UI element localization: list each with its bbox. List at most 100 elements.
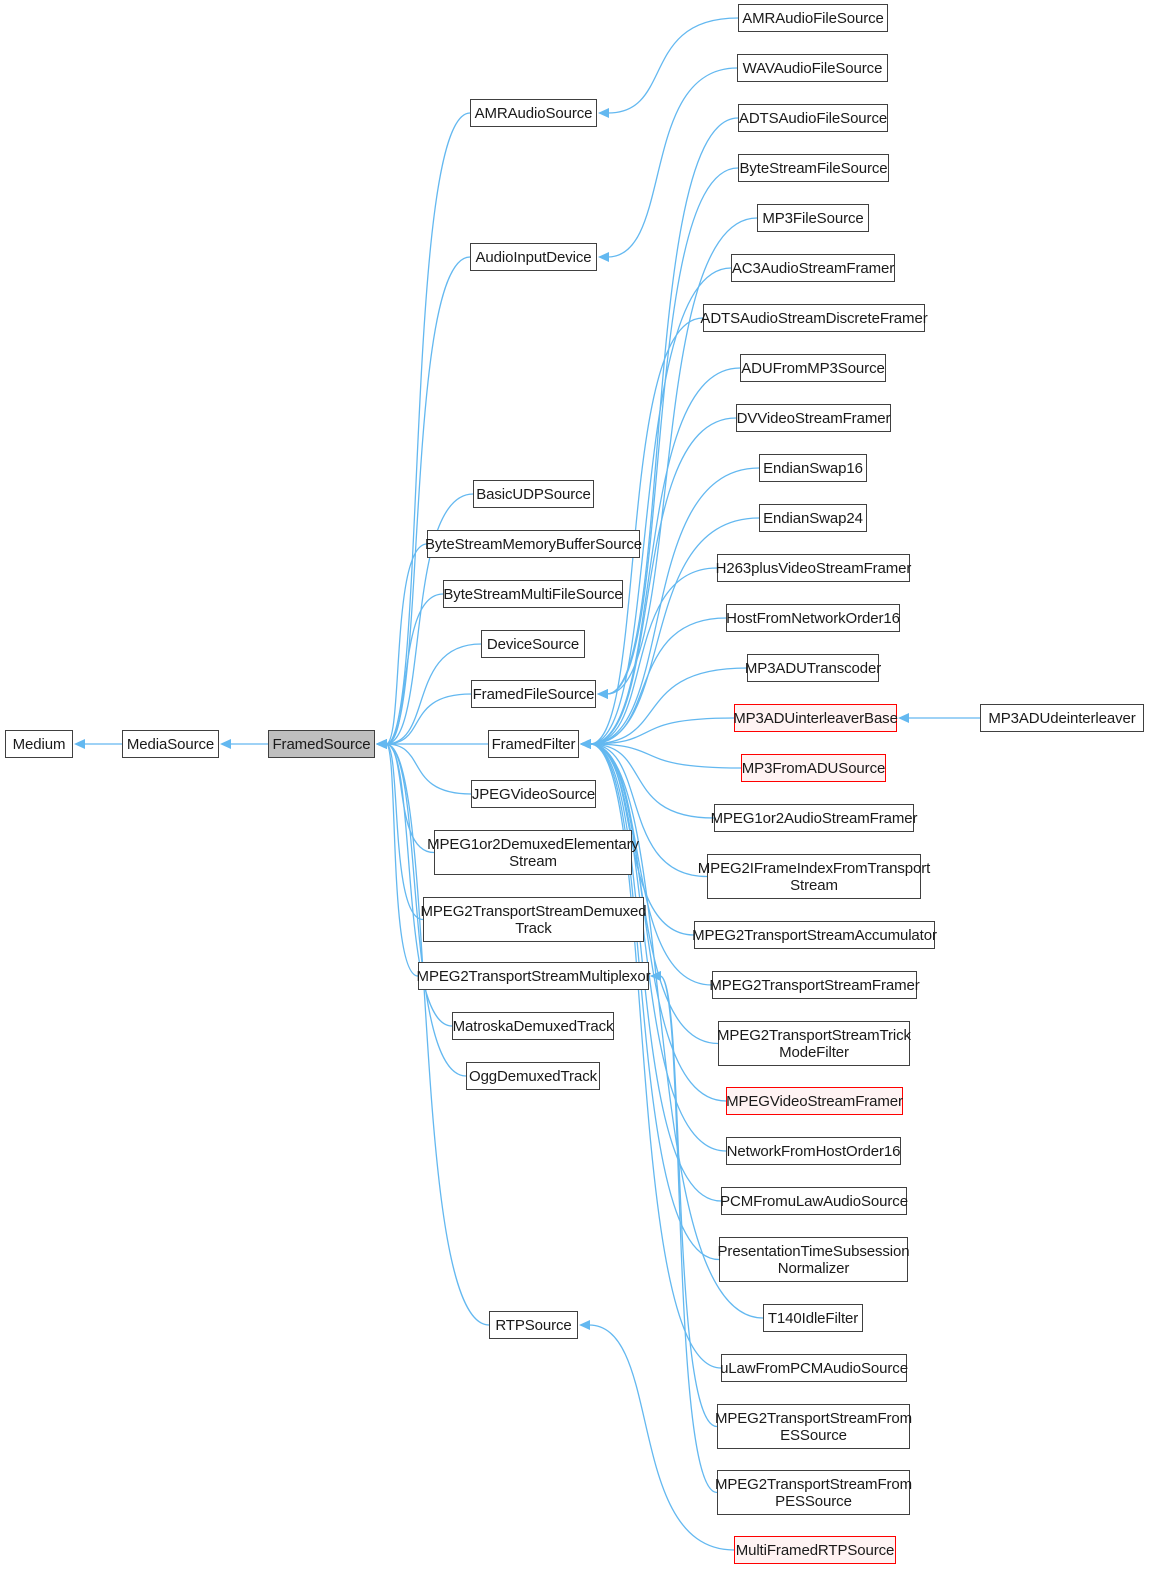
class-node-mp3adudeinterleaver[interactable]: MP3ADUdeinterleaver — [980, 704, 1144, 732]
class-node-label: AudioInputDevice — [475, 248, 592, 266]
class-node-mpeg2transportstreammultiplexor[interactable]: MPEG2TransportStreamMultiplexor — [416, 962, 651, 990]
class-node-adufrommp3source[interactable]: ADUFromMP3Source — [740, 354, 886, 382]
class-node-label: OggDemuxedTrack — [469, 1067, 597, 1085]
class-node-label: MPEG2TransportStreamFrom ESSource — [714, 1409, 913, 1444]
class-node-framedsource[interactable]: FramedSource — [268, 730, 375, 758]
class-node-label: HostFromNetworkOrder16 — [726, 609, 900, 627]
class-node-label: NetworkFromHostOrder16 — [726, 1142, 901, 1160]
inheritance-edge-multiframedrtpsource-to-rtpsource — [588, 1324, 735, 1551]
class-node-framedfilesource[interactable]: FramedFileSource — [471, 680, 596, 708]
class-node-jpegvideosource[interactable]: JPEGVideoSource — [471, 780, 596, 808]
class-node-mp3fromadusource[interactable]: MP3FromADUSource — [741, 754, 886, 782]
class-node-t140idlefilter[interactable]: T140IdleFilter — [763, 1304, 863, 1332]
class-node-label: MPEG1or2DemuxedElementary Stream — [427, 835, 639, 870]
class-node-presentationtimesubsessionnormalizer[interactable]: PresentationTimeSubsession Normalizer — [717, 1237, 910, 1282]
class-node-label: AMRAudioFileSource — [742, 9, 884, 27]
class-node-label: MPEG2TransportStreamAccumulator — [692, 926, 937, 944]
class-node-mpeg1or2demuxedelementarystream[interactable]: MPEG1or2DemuxedElementary Stream — [427, 830, 639, 875]
class-node-adtsaudiostreamdiscreteframer[interactable]: ADTSAudioStreamDiscreteFramer — [700, 304, 928, 332]
class-node-label: ByteStreamFileSource — [739, 159, 888, 177]
arrowhead-framedsource-to-mediasource — [220, 739, 231, 749]
class-node-label: MP3ADUdeinterleaver — [988, 709, 1136, 727]
class-node-label: ADTSAudioStreamDiscreteFramer — [700, 309, 928, 327]
class-node-mpeg2transportstreamframer[interactable]: MPEG2TransportStreamFramer — [709, 971, 920, 999]
class-node-ac3audiostreamframer[interactable]: AC3AudioStreamFramer — [731, 254, 895, 282]
class-node-dvvideostreamframer[interactable]: DVVideoStreamFramer — [736, 404, 891, 432]
class-node-label: Medium — [12, 735, 66, 753]
class-node-label: MPEG2IFrameIndexFromTransport Stream — [697, 859, 931, 894]
class-node-mp3adutranscoder[interactable]: MP3ADUTranscoder — [744, 654, 882, 682]
class-node-mpeg1or2audiostreamframer[interactable]: MPEG1or2AudioStreamFramer — [711, 804, 917, 832]
class-node-wavaudiofilesource[interactable]: WAVAudioFileSource — [737, 54, 888, 82]
arrowhead-rtpsource-to-framedsource — [376, 739, 387, 749]
class-node-amraudiosource[interactable]: AMRAudioSource — [470, 99, 597, 127]
inheritance-edge-adtsaudiofilesource-to-framedfilesource — [606, 117, 739, 695]
class-node-label: ByteStreamMultiFileSource — [443, 585, 623, 603]
class-node-label: MPEG2TransportStreamMultiplexor — [416, 967, 651, 985]
class-node-label: ByteStreamMemoryBufferSource — [425, 535, 643, 553]
class-node-matroskademuxedtrack[interactable]: MatroskaDemuxedTrack — [452, 1012, 614, 1040]
class-node-label: RTPSource — [495, 1316, 572, 1334]
class-node-mpeg2transportstreamtrickmodefilter[interactable]: MPEG2TransportStreamTrick ModeFilter — [717, 1021, 911, 1066]
class-node-mpeg2transportstreamfrompessource[interactable]: MPEG2TransportStreamFrom PESSource — [714, 1470, 913, 1515]
class-node-label: DeviceSource — [486, 635, 580, 653]
class-node-label: BasicUDPSource — [476, 485, 591, 503]
class-node-mpeg2transportstreamdemuxedtrack[interactable]: MPEG2TransportStreamDemuxed Track — [420, 897, 647, 942]
class-node-rtpsource[interactable]: RTPSource — [489, 1311, 578, 1339]
class-node-h263plusvideostreamframer[interactable]: H263plusVideoStreamFramer — [716, 554, 911, 582]
class-node-endianswap24[interactable]: EndianSwap24 — [759, 504, 867, 532]
class-node-mpeg2iframeindexfromtransportstream[interactable]: MPEG2IFrameIndexFromTransport Stream — [698, 854, 930, 899]
inheritance-edge-ac3audiostreamframer-to-framedfilter — [589, 267, 732, 745]
class-node-medium[interactable]: Medium — [5, 730, 73, 758]
inheritance-diagram: Medium MediaSource FramedSource AMRAudioSou… — [0, 0, 1149, 1587]
class-node-label: MatroskaDemuxedTrack — [452, 1017, 614, 1035]
class-node-ulawfrompcmaudiosource[interactable]: uLawFromPCMAudioSource — [720, 1354, 908, 1382]
class-node-mpeg2transportstreamfromessource[interactable]: MPEG2TransportStreamFrom ESSource — [714, 1404, 913, 1449]
class-node-hostfromnetworkorder16[interactable]: HostFromNetworkOrder16 — [726, 604, 900, 632]
class-node-label: MultiFramedRTPSource — [735, 1541, 895, 1559]
class-node-pcmfromulawaudiosource[interactable]: PCMFromuLawAudioSource — [720, 1187, 908, 1215]
class-node-label: MP3ADUinterleaverBase — [733, 709, 898, 727]
class-node-oggdemuxedtrack[interactable]: OggDemuxedTrack — [466, 1062, 600, 1090]
class-node-label: MP3FileSource — [762, 209, 864, 227]
class-node-bytestreamfilesource[interactable]: ByteStreamFileSource — [738, 154, 889, 182]
class-node-mediasource[interactable]: MediaSource — [122, 730, 219, 758]
class-node-mp3filesource[interactable]: MP3FileSource — [757, 204, 869, 232]
class-node-networkfromhostorder16[interactable]: NetworkFromHostOrder16 — [726, 1137, 901, 1165]
class-node-label: AC3AudioStreamFramer — [731, 259, 895, 277]
class-node-framedfilter[interactable]: FramedFilter — [488, 730, 579, 758]
class-node-label: T140IdleFilter — [767, 1309, 859, 1327]
class-node-audioinputdevice[interactable]: AudioInputDevice — [470, 243, 597, 271]
class-node-label: JPEGVideoSource — [471, 785, 596, 803]
class-node-label: MP3ADUTranscoder — [744, 659, 882, 677]
arrowhead-multiframedrtpsource-to-rtpsource — [579, 1320, 590, 1330]
class-node-multiframedrtpsource[interactable]: MultiFramedRTPSource — [734, 1536, 896, 1564]
class-node-label: FramedSource — [272, 735, 371, 753]
class-node-devicesource[interactable]: DeviceSource — [481, 630, 585, 658]
class-node-label: DVVideoStreamFramer — [736, 409, 891, 427]
class-node-label: WAVAudioFileSource — [742, 59, 883, 77]
class-node-label: ADTSAudioFileSource — [738, 109, 888, 127]
class-node-mpegvideostreamframer[interactable]: MPEGVideoStreamFramer — [726, 1087, 903, 1115]
class-node-label: AMRAudioSource — [474, 104, 593, 122]
class-node-bytestreammultifilesource[interactable]: ByteStreamMultiFileSource — [443, 580, 623, 608]
class-node-endianswap16[interactable]: EndianSwap16 — [759, 454, 867, 482]
arrowhead-mediasource-to-medium — [74, 739, 85, 749]
class-node-mp3aduinterleaverbase[interactable]: MP3ADUinterleaverBase — [733, 704, 898, 732]
class-node-mpeg2transportstreamaccumulator[interactable]: MPEG2TransportStreamAccumulator — [692, 921, 937, 949]
arrowhead-mp3filesource-to-framedfilesource — [597, 689, 608, 699]
inheritance-edge-mpeg2transportstreamtrickmodefilter-to-framedfilter — [589, 743, 719, 1045]
arrowhead-ulawfrompcmaudiosource-to-framedfilter — [580, 739, 591, 749]
class-node-label: uLawFromPCMAudioSource — [720, 1359, 908, 1377]
class-node-label: MPEG2TransportStreamTrick ModeFilter — [717, 1026, 911, 1061]
class-node-adtsaudiofilesource[interactable]: ADTSAudioFileSource — [738, 104, 888, 132]
class-node-label: PresentationTimeSubsession Normalizer — [717, 1242, 910, 1277]
class-node-amraudiofilesource[interactable]: AMRAudioFileSource — [738, 4, 888, 32]
class-node-basicudpsource[interactable]: BasicUDPSource — [473, 480, 594, 508]
class-node-label: PCMFromuLawAudioSource — [720, 1192, 908, 1210]
class-node-label: MPEG2TransportStreamFrom PESSource — [714, 1475, 913, 1510]
inheritance-edge-wavaudiofilesource-to-audioinputdevice — [607, 67, 738, 258]
arrowhead-amraudiofilesource-to-amraudiosource — [598, 108, 609, 118]
class-node-bytestreammemorybuffersource[interactable]: ByteStreamMemoryBufferSource — [425, 530, 643, 558]
class-node-label: MPEG2TransportStreamDemuxed Track — [420, 902, 647, 937]
